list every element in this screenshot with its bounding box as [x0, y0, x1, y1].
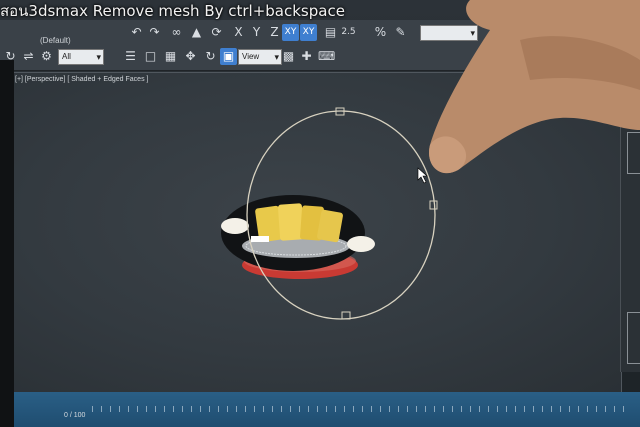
rectangle-region-icon[interactable]: □ [142, 48, 159, 65]
rotate-icon[interactable]: ⟳ [208, 24, 225, 41]
frame-counter: 0 / 100 [64, 412, 86, 419]
select-object-icon[interactable]: ▲ [188, 24, 205, 41]
toolbar-row-top: ↶ ↷ ∞ ▲ ⟳ X Y Z XY XY ▤ 2.5 % ✎ [0, 22, 640, 44]
armrest-right [347, 236, 375, 252]
command-panel-box-lower[interactable] [627, 312, 640, 364]
timeline-ticks [92, 406, 632, 412]
sofa-front-panel [251, 236, 269, 242]
workspace-label: (Default) [40, 36, 71, 45]
pivot-center-icon[interactable]: ▩ [280, 48, 297, 65]
selection-filter-dropdown[interactable]: All [58, 49, 104, 65]
named-selection-dropdown[interactable] [420, 25, 478, 41]
rotate-tool-icon[interactable]: ↻ [202, 48, 219, 65]
select-manipulate-icon[interactable]: ✚ [298, 48, 315, 65]
scene [221, 107, 438, 320]
edit-named-selection-icon[interactable]: ✎ [392, 24, 409, 41]
armrest-left [221, 218, 249, 234]
redo-icon[interactable]: ↷ [146, 24, 163, 41]
select-by-name-icon[interactable]: ☰ [122, 48, 139, 65]
keyboard-shortcut-icon[interactable]: ⌨ [318, 48, 335, 65]
angle-snap-button[interactable]: 2.5 [340, 24, 357, 41]
gizmo-handle-right [429, 200, 438, 210]
bind-space-warp-icon[interactable]: ⚙ [38, 48, 55, 65]
main-toolbar: ↶ ↷ ∞ ▲ ⟳ X Y Z XY XY ▤ 2.5 % ✎ ↻ ⇌ ⚙ (D… [0, 20, 640, 71]
gizmo-handle-bottom [341, 311, 351, 320]
timeline[interactable]: 0 / 100 [12, 392, 640, 427]
toolbar-row-bottom: ↻ ⇌ ⚙ (Default) All ☰ □ ▦ ✥ ↻ ▣ View ▩ ✚… [0, 36, 640, 68]
sofa-model[interactable] [221, 195, 375, 279]
axis-z-button[interactable]: Z [266, 24, 283, 41]
unlink-icon[interactable]: ⇌ [20, 48, 37, 65]
scale-icon[interactable]: ▣ [220, 48, 237, 65]
axis-x-button[interactable]: X [230, 24, 247, 41]
command-panel-edge [620, 72, 640, 372]
percent-snap-button[interactable]: % [372, 24, 389, 41]
reference-coordinate-dropdown[interactable]: View [238, 49, 282, 65]
screen: ↶ ↷ ∞ ▲ ⟳ X Y Z XY XY ▤ 2.5 % ✎ ↻ ⇌ ⚙ (D… [0, 0, 640, 427]
link-icon[interactable]: ∞ [168, 24, 185, 41]
axis-xy-button[interactable]: XY [282, 24, 299, 41]
perspective-viewport[interactable]: [+] [Perspective] [ Shaded + Edged Faces… [12, 72, 622, 394]
window-crossing-icon[interactable]: ▦ [162, 48, 179, 65]
axis-xy-cycle-button[interactable]: XY [300, 24, 317, 41]
undo-icon[interactable]: ↶ [128, 24, 145, 41]
mirror-icon[interactable]: ▤ [322, 24, 339, 41]
move-icon[interactable]: ✥ [182, 48, 199, 65]
monitor-bezel [0, 60, 14, 427]
axis-y-button[interactable]: Y [248, 24, 265, 41]
video-title-overlay: สอน3dsmax Remove mesh By ctrl+backspace [0, 2, 345, 20]
command-panel-box[interactable] [627, 132, 640, 174]
